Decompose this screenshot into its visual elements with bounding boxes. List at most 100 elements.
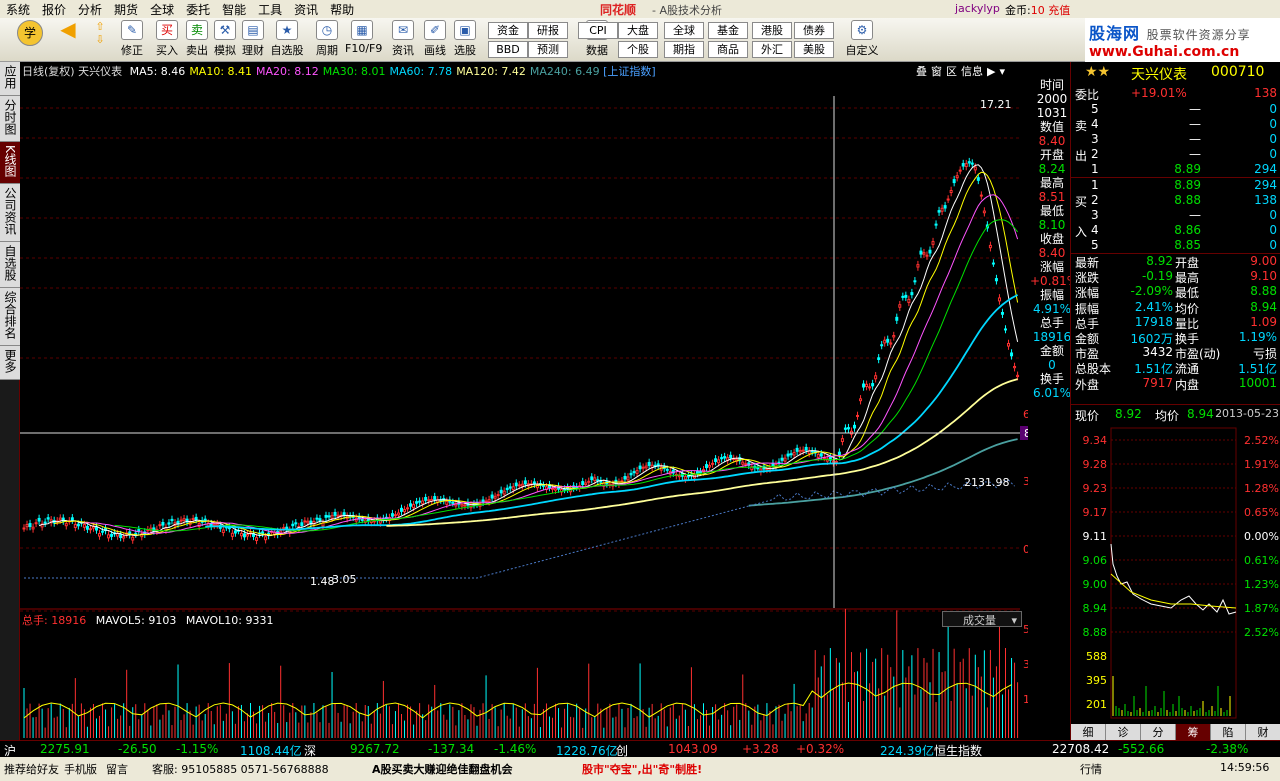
toolbar-button-7[interactable]: ▦ F10/F9: [345, 20, 382, 60]
candle-body: [635, 470, 639, 474]
candle-body: [853, 424, 856, 429]
candle-body: [919, 250, 923, 255]
index-link[interactable]: [上证指数]: [603, 65, 656, 78]
quick-button-8[interactable]: BBD: [488, 41, 528, 58]
left-tab-4[interactable]: 自选股: [0, 241, 20, 288]
mini-right-tick: 1.23%: [1244, 578, 1279, 591]
sell-row[interactable]: 3 — 0: [1071, 132, 1280, 147]
menu-item-3[interactable]: 期货: [108, 1, 144, 18]
volume-indicator-select[interactable]: 成交量 ▾: [942, 611, 1022, 627]
quick-button-11[interactable]: 期指: [664, 41, 704, 58]
mini-tab-2[interactable]: 分: [1141, 724, 1176, 740]
toolbar-button-8[interactable]: ✉ 资讯: [386, 20, 420, 60]
quick-button-9[interactable]: 预测: [528, 41, 568, 58]
menu-item-9[interactable]: 帮助: [324, 1, 360, 18]
updown-button[interactable]: ⇧ ⇩: [90, 20, 110, 60]
toolbar-button-9[interactable]: ✐ 画线: [418, 20, 452, 60]
quick-button-0[interactable]: 资金: [488, 22, 528, 39]
quick-button-1[interactable]: 研报: [528, 22, 568, 39]
quick-button-10[interactable]: 个股: [618, 41, 658, 58]
buy-row[interactable]: 3 — 0: [1071, 208, 1280, 223]
left-tab-1[interactable]: 分时图: [0, 96, 20, 142]
quick-button-5[interactable]: 基金: [708, 22, 748, 39]
news-ticker[interactable]: A股买卖大赚迎绝佳翻盘机会: [372, 761, 513, 777]
toolbar-button-4[interactable]: ▤ 理财: [236, 20, 270, 60]
toolbar-label-12: 自定义: [845, 44, 879, 57]
chart-btn-5[interactable]: ▾: [999, 65, 1005, 78]
mini-tab-5[interactable]: 财: [1246, 724, 1280, 740]
quick-button-14[interactable]: 美股: [794, 41, 834, 58]
chart-btn-2[interactable]: 区: [946, 65, 957, 78]
chart-btn-3[interactable]: 信息: [961, 65, 983, 78]
sell-row[interactable]: 4 — 0: [1071, 117, 1280, 132]
left-tab-2[interactable]: K线图: [0, 142, 20, 184]
quick-button-6[interactable]: 港股: [752, 22, 792, 39]
menu-item-1[interactable]: 报价: [36, 1, 72, 18]
toolbar-button-1[interactable]: 买买入: [150, 20, 184, 60]
back-button[interactable]: ◀: [55, 19, 81, 60]
chart-btn-0[interactable]: 叠: [916, 65, 927, 78]
buy-level: 5: [1091, 238, 1099, 252]
quick-button-3[interactable]: 大盘: [618, 22, 658, 39]
cursor-value-21: 换手: [1039, 372, 1064, 386]
status-link-2[interactable]: 留言: [106, 761, 128, 777]
toolbar-button-12[interactable]: ⚙ 自定义: [845, 20, 879, 60]
candle-body: [843, 427, 847, 430]
toolbar-button-5[interactable]: ★ 自选股: [270, 20, 304, 60]
menu-item-5[interactable]: 委托: [180, 1, 216, 18]
left-tab-5[interactable]: 综合排名: [0, 287, 20, 346]
quote-status[interactable]: 行情: [1080, 761, 1102, 777]
menu-item-0[interactable]: 系统: [0, 1, 36, 18]
cursor-value-19: 金额: [1039, 344, 1064, 358]
mini-tab-0[interactable]: 细: [1071, 724, 1106, 740]
toolbar-button-6[interactable]: ◷ 周期: [310, 20, 344, 60]
chart-btn-1[interactable]: 窗: [931, 65, 942, 78]
menu-item-6[interactable]: 智能: [216, 1, 252, 18]
candle-body: [233, 530, 237, 534]
sell-row[interactable]: 2 — 0: [1071, 147, 1280, 162]
left-tab-6[interactable]: 更多: [0, 345, 20, 380]
ma-label-3: MA30: 8.01: [322, 65, 386, 78]
chart-btn-4[interactable]: ▶: [987, 65, 995, 78]
learn-button[interactable]: 学: [14, 20, 46, 60]
coin-info[interactable]: 金币:10 充值: [1005, 2, 1070, 18]
toolbar-button-10[interactable]: ▣ 选股: [448, 20, 482, 60]
intraday-mini-chart[interactable]: 9.34 9.28 9.23 9.17 9.11 9.06 9.00 8.94 8.88 588 3…: [1071, 424, 1280, 724]
news-ticker-2[interactable]: 股市"夺宝",出"奇"制胜!: [582, 761, 702, 777]
cursor-value-13: 涨幅: [1039, 260, 1064, 274]
cursor-value-11: 收盘: [1039, 232, 1064, 246]
quick-button-4[interactable]: 全球: [664, 22, 704, 39]
toolbar-button-0[interactable]: ✎ 修正: [115, 20, 149, 60]
mini-tabs: 细诊分筹陷财: [1071, 724, 1280, 740]
quick-button-2[interactable]: CPI: [578, 22, 618, 39]
sell-row[interactable]: 1 8.89 294: [1071, 162, 1280, 177]
quick-button-7[interactable]: 债券: [794, 22, 834, 39]
username[interactable]: jackylyp: [955, 2, 1000, 15]
candle-body: [804, 446, 808, 451]
candle-body: [991, 262, 995, 265]
buy-row[interactable]: 4 8.86 0: [1071, 223, 1280, 238]
mini-tab-1[interactable]: 诊: [1106, 724, 1141, 740]
menu-item-2[interactable]: 分析: [72, 1, 108, 18]
menu-item-4[interactable]: 全球: [144, 1, 180, 18]
candle-body: [590, 476, 594, 481]
left-tab-3[interactable]: 公司资讯: [0, 183, 20, 242]
left-tab-0[interactable]: 应用: [0, 62, 20, 96]
candle-body: [928, 249, 932, 254]
buy-row[interactable]: 2 8.88 138: [1071, 193, 1280, 208]
buy-row[interactable]: 1 8.89 294: [1071, 178, 1280, 193]
status-link-3[interactable]: 客服: 95105885 0571-56768888: [152, 761, 329, 777]
candle-body: [723, 456, 727, 459]
menu-item-8[interactable]: 资讯: [288, 1, 324, 18]
mini-tab-4[interactable]: 陷: [1211, 724, 1246, 740]
sell-row[interactable]: 5 — 0: [1071, 102, 1280, 117]
buy-row[interactable]: 5 8.85 0: [1071, 238, 1280, 253]
status-link-0[interactable]: 推荐给好友: [4, 761, 59, 777]
menu-item-7[interactable]: 工具: [252, 1, 288, 18]
mini-tab-3[interactable]: 筹: [1176, 724, 1211, 740]
quick-button-13[interactable]: 外汇: [752, 41, 792, 58]
kline-chart[interactable]: 17.21 1.483.05 2131.98 67.01% 33.65% 0.00% 8.4…: [20, 78, 1028, 740]
status-link-1[interactable]: 手机版: [64, 761, 97, 777]
quick-button-12[interactable]: 商品: [708, 41, 748, 58]
cursor-value-2: 1031: [1036, 106, 1068, 120]
